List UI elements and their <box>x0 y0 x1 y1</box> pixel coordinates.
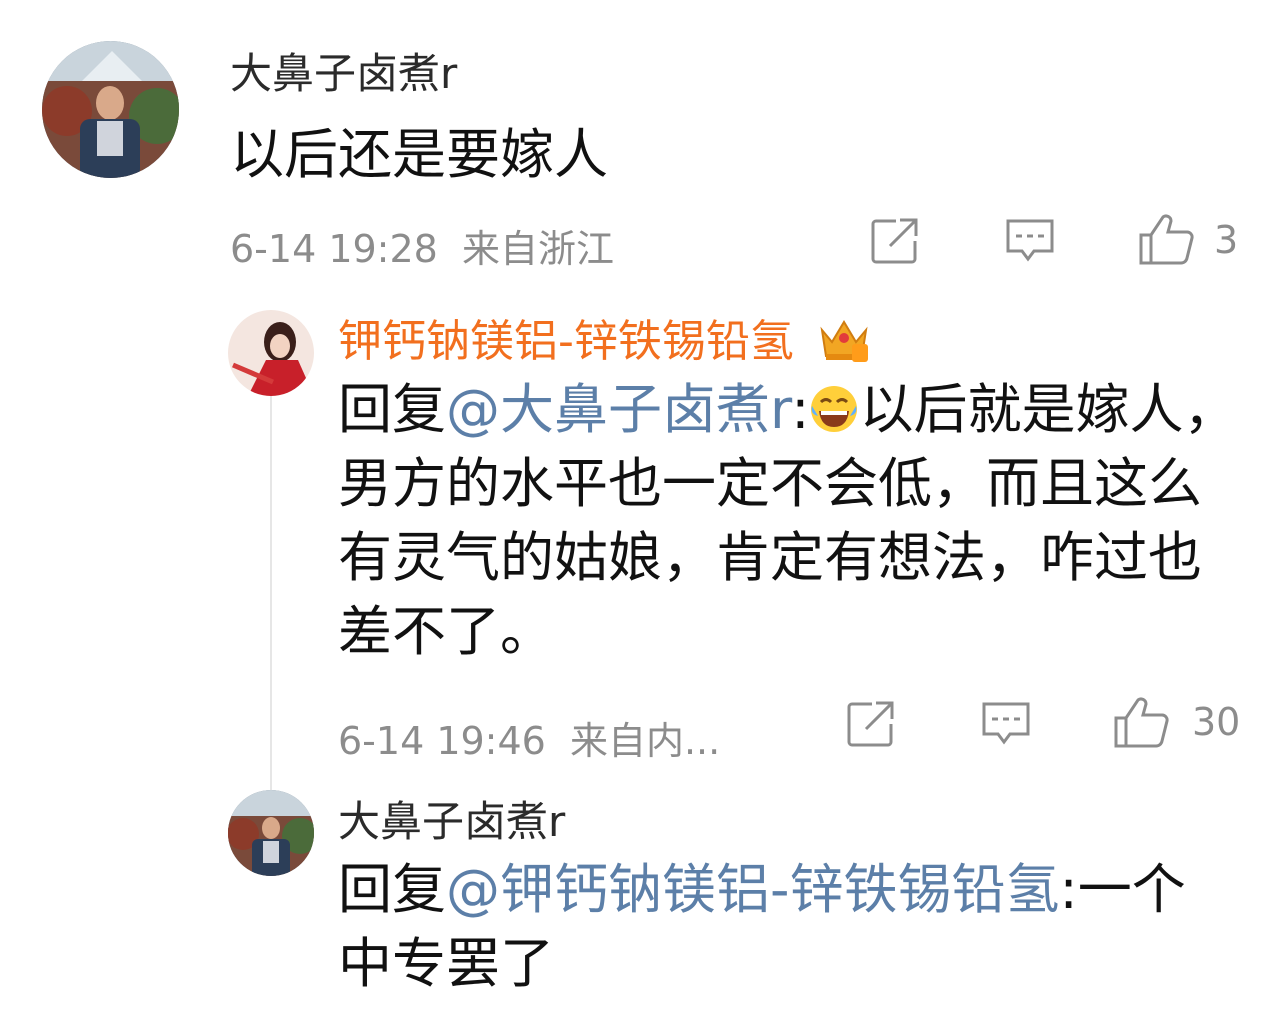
avatar[interactable] <box>228 310 314 396</box>
thumbs-up-icon[interactable] <box>1137 213 1195 267</box>
like-count: 3 <box>1214 218 1239 262</box>
reply-location: 来自内... <box>569 719 721 763</box>
reply-prefix: 回复 <box>338 378 446 441</box>
avatar[interactable] <box>228 790 314 876</box>
comment-icon[interactable] <box>1004 217 1056 265</box>
crown-icon <box>818 316 870 375</box>
comment-username[interactable]: 大鼻子卤煮r <box>230 40 457 101</box>
reply-prefix: 回复 <box>338 858 446 921</box>
reply-time: 6-14 19:46 <box>338 719 546 763</box>
comment-icon[interactable] <box>980 700 1032 748</box>
avatar[interactable] <box>42 41 179 178</box>
reply-username[interactable]: 大鼻子卤煮r <box>338 788 565 849</box>
thumbs-up-icon[interactable] <box>1112 696 1170 750</box>
mention-link[interactable]: @大鼻子卤煮r <box>446 378 791 441</box>
share-icon[interactable] <box>846 700 896 748</box>
thread-line <box>270 395 272 790</box>
reply-meta: 6-14 19:46 来自内... <box>338 710 720 765</box>
mention-link[interactable]: @钾钙钠镁铝-锌铁锡铅氢 <box>446 858 1060 921</box>
like-count: 30 <box>1192 700 1241 744</box>
comment-location: 来自浙江 <box>461 227 614 271</box>
reply-username-text[interactable]: 钾钙钠镁铝-锌铁锡铅氢 <box>338 316 794 367</box>
comment-time: 6-14 19:28 <box>230 227 438 271</box>
reply-username[interactable]: 钾钙钠镁铝-锌铁锡铅氢 <box>338 305 870 375</box>
share-icon[interactable] <box>870 217 920 265</box>
reply-text: 回复@钾钙钠镁铝-锌铁锡铅氢:一个中专罢了 <box>338 858 1186 995</box>
laugh-tears-emoji <box>809 379 859 432</box>
comment-text: 以后还是要嫁人 <box>230 123 608 186</box>
comment-meta: 6-14 19:28 来自浙江 <box>230 218 614 273</box>
reply-text: 回复@大鼻子卤煮r: 以后就是嫁人，男方的水平也一定不会低，而且这么有灵气的姑娘，… <box>338 378 1238 663</box>
